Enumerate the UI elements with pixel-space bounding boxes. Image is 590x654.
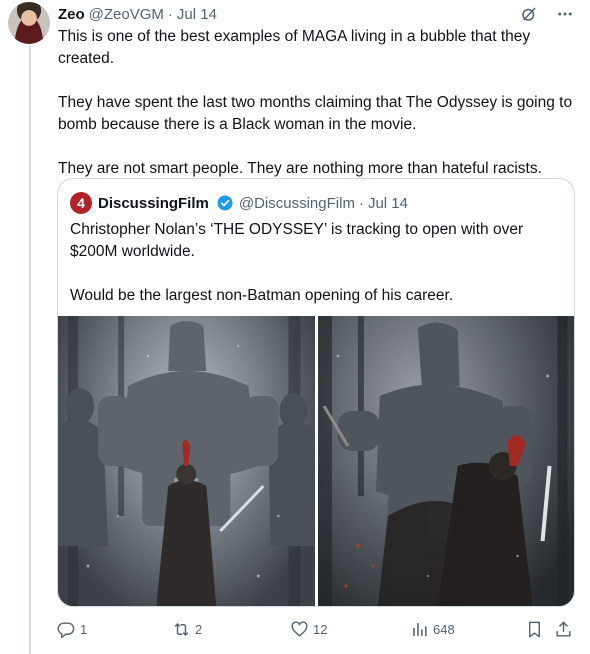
like-button[interactable]: 12 [290,618,327,640]
armored-giants-illustration [58,316,315,606]
share-button[interactable] [554,618,573,640]
views-icon [413,622,427,636]
tweet-paragraph: They have spent the last two months clai… [58,94,573,133]
repost-count: 2 [195,621,203,637]
avatar[interactable] [8,2,50,44]
author-handle[interactable]: @ZeoVGM [89,6,164,23]
like-count: 12 [313,621,328,637]
bookmark-icon [529,621,540,637]
reply-icon [57,621,75,638]
thread-line [29,46,31,654]
bookmark-button[interactable] [525,618,544,640]
media-image-armored-giants[interactable] [58,316,315,606]
quote-media [58,316,574,606]
reply-button[interactable]: 1 [57,618,87,640]
quote-author-name[interactable]: DiscussingFilm [98,195,209,212]
quoted-tweet[interactable]: 4 DiscussingFilm @DiscussingFilm · Jul 1… [57,178,575,607]
like-icon [291,620,308,637]
media-image-warrior-battle[interactable] [317,316,574,606]
share-icon [556,620,571,637]
reply-count: 1 [80,621,88,637]
quote-text: Christopher Nolan’s ‘THE ODYSSEY’ is tra… [70,219,564,307]
repost-button[interactable]: 2 [172,618,202,640]
grok-icon[interactable] [518,3,540,25]
quote-header: 4 DiscussingFilm @DiscussingFilm · Jul 1… [70,192,408,214]
views-button[interactable]: 648 [410,618,455,640]
quote-date[interactable]: Jul 14 [368,195,408,212]
warrior-battle-illustration [317,316,568,606]
quote-paragraph: Would be the largest non-Batman opening … [70,287,454,304]
more-icon[interactable] [554,3,576,25]
view-count: 648 [433,621,455,637]
repost-icon [174,622,189,636]
tweet-paragraph: They are not smart people. They are noth… [58,160,542,177]
quote-avatar[interactable]: 4 [70,192,92,214]
tweet-header: Zeo @ZeoVGM · Jul 14 [58,3,217,25]
quote-paragraph: Christopher Nolan’s ‘THE ODYSSEY’ is tra… [70,221,524,260]
quote-author-handle[interactable]: @DiscussingFilm [239,195,355,212]
top-icons [518,3,576,25]
separator: · [167,5,173,23]
tweet-text: This is one of the best examples of MAGA… [58,26,578,180]
author-name[interactable]: Zeo [58,6,85,23]
quote-separator: · [358,194,364,212]
action-bar: 1 2 12 648 [57,618,577,640]
verified-badge-icon [217,195,233,211]
tweet-date[interactable]: Jul 14 [177,6,217,23]
tweet-paragraph: This is one of the best examples of MAGA… [58,28,531,67]
